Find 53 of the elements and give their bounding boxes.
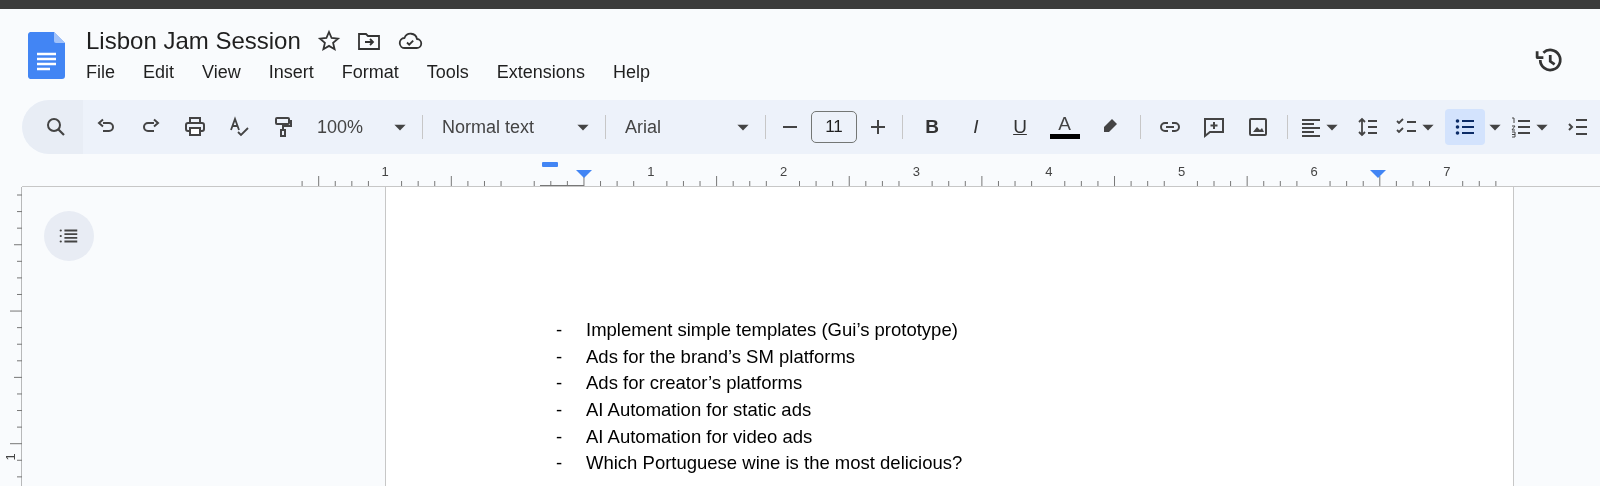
menu-item[interactable]: Edit <box>135 60 183 85</box>
style-dropdown[interactable]: Normal text <box>430 109 598 145</box>
list-marker: - <box>556 372 564 395</box>
ruler-number: 6 <box>1310 164 1318 179</box>
docs-logo-icon <box>28 32 65 79</box>
bulleted-list-button[interactable] <box>1445 109 1485 145</box>
left-indent-marker[interactable] <box>576 170 592 178</box>
italic-button[interactable]: I <box>954 109 998 145</box>
first-line-indent-marker[interactable] <box>542 162 558 167</box>
underline-button[interactable]: U <box>998 109 1042 145</box>
ruler-number: 3 <box>912 164 920 179</box>
list-item-text: AI Automation for video ads <box>586 425 813 448</box>
menu-item[interactable]: Extensions <box>488 60 593 85</box>
document-title[interactable]: Lisbon Jam Session <box>86 27 301 55</box>
ruler-number: 1 <box>647 164 655 179</box>
menu-item[interactable]: Format <box>333 60 407 85</box>
image-icon <box>1246 115 1270 139</box>
minus-icon <box>782 126 798 128</box>
star-icon <box>316 29 341 53</box>
comment-icon <box>1202 115 1226 139</box>
ruler-number: 7 <box>1443 164 1451 179</box>
zoom-dropdown[interactable]: 100% <box>305 109 415 145</box>
menu-item[interactable]: File <box>78 60 123 85</box>
outline-button[interactable] <box>44 211 94 261</box>
ruler-number: 5 <box>1177 164 1186 179</box>
search-button[interactable] <box>22 100 83 154</box>
numbered-list-icon <box>1509 115 1533 139</box>
ruler-number: 1 <box>381 164 389 179</box>
list-item-text: Implement simple templates (Gui’s prototype) <box>586 319 958 342</box>
list-item-text: Which Portuguese wine is the most delicious? <box>586 452 963 475</box>
line-spacing-icon <box>1356 115 1380 139</box>
menu-item[interactable]: Tools <box>418 60 477 85</box>
list-item-text: Ads for creator’s platforms <box>586 372 803 395</box>
list-marker: - <box>556 319 564 342</box>
menu-item[interactable]: View <box>194 60 249 85</box>
text-color-button[interactable]: A <box>1042 109 1087 145</box>
right-indent-marker[interactable] <box>1370 170 1386 178</box>
spellcheck-icon <box>227 115 251 139</box>
list-marker: - <box>556 345 564 368</box>
ruler-number: 1 <box>3 453 18 461</box>
menu-item[interactable]: Help <box>604 60 658 85</box>
list-marker: - <box>556 425 564 448</box>
list-item-text: AI Automation for static ads <box>586 399 812 422</box>
menu-item[interactable]: Insert <box>260 60 322 85</box>
font-size-field[interactable]: 11 <box>811 111 857 143</box>
ruler-number: 4 <box>1045 164 1053 179</box>
list-item-text: Ads for the brand’s SM platforms <box>586 345 856 368</box>
font-dropdown[interactable]: Arial <box>613 109 758 145</box>
bold-button[interactable]: B <box>910 109 954 145</box>
print-icon <box>183 115 207 139</box>
list-marker: - <box>556 399 564 422</box>
ruler-number: 2 <box>780 164 788 179</box>
list-marker: - <box>556 452 564 475</box>
